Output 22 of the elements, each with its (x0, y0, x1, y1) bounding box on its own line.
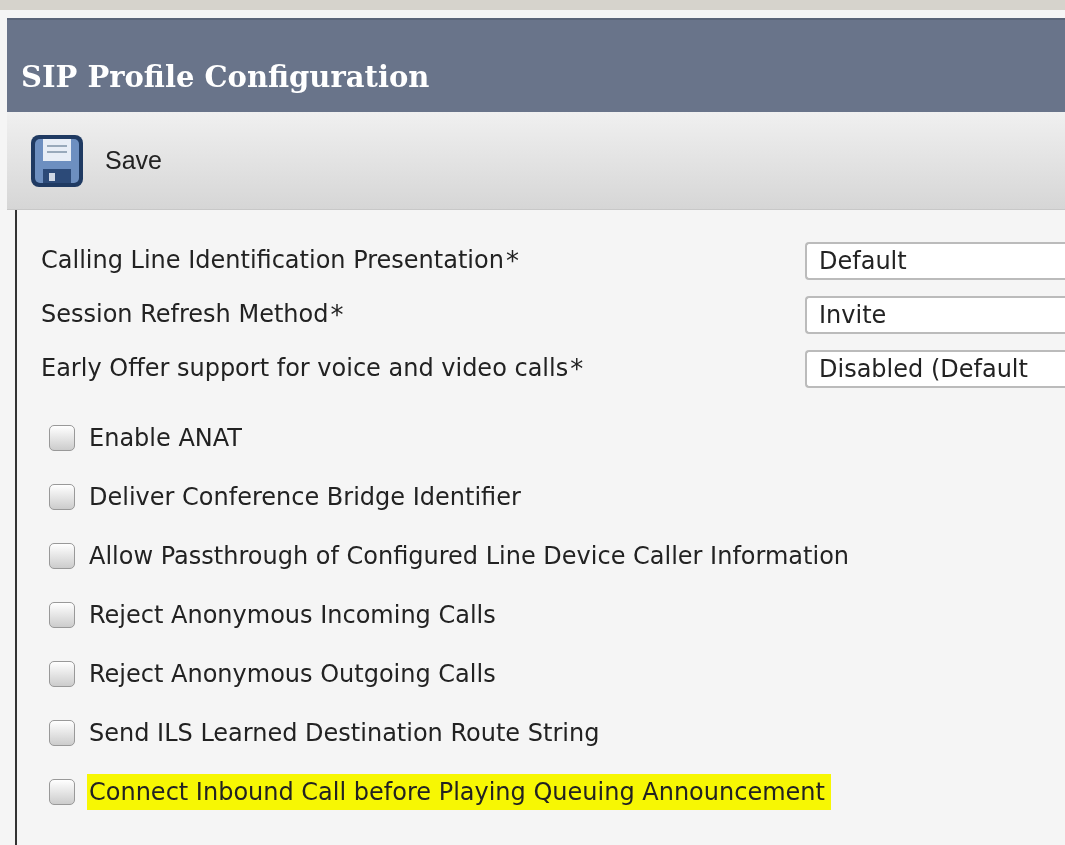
checkbox[interactable] (49, 778, 75, 805)
checkbox[interactable] (49, 719, 75, 746)
field-label: Early Offer support for voice and video calls* (40, 354, 585, 384)
checkbox-label: Allow Passthrough of Configured Line Device Caller Information (88, 540, 851, 572)
checkbox[interactable] (49, 483, 75, 510)
checkbox[interactable] (49, 601, 75, 628)
checkbox-label: Send ILS Learned Destination Route String (88, 717, 601, 749)
checkbox-label: Deliver Conference Bridge Identifier (88, 481, 522, 513)
checkbox-label: Reject Anonymous Incoming Calls (88, 599, 497, 631)
checkbox[interactable] (49, 542, 75, 569)
dropdown[interactable]: Default (805, 242, 1065, 280)
checkbox[interactable] (49, 660, 75, 687)
checkbox-label: Enable ANAT (88, 422, 243, 454)
window-title: SIP Profile Configuration (21, 60, 430, 94)
checkbox[interactable] (49, 424, 75, 451)
checkbox-label: Connect Inbound Call before Playing Queuing Announcement (87, 773, 831, 810)
save-button[interactable]: Save (29, 132, 162, 189)
field-label: Calling Line Identification Presentation* (40, 246, 520, 276)
field-label: Session Refresh Method* (40, 300, 345, 330)
dropdown[interactable]: Disabled (Default (805, 350, 1065, 388)
checkbox-label: Reject Anonymous Outgoing Calls (88, 658, 497, 690)
dropdown[interactable]: Invite (805, 296, 1065, 334)
